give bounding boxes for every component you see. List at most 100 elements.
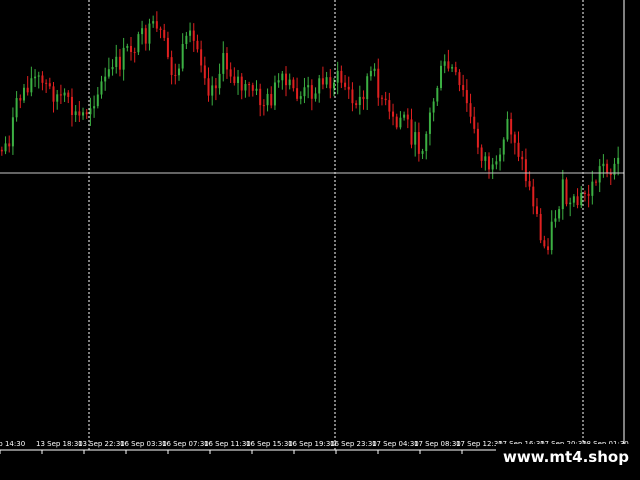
candle-body [259, 88, 262, 106]
candle-body [392, 111, 395, 117]
candle-body [11, 117, 14, 147]
candle-body [388, 100, 391, 112]
candle-body [344, 82, 347, 87]
candle-body [510, 118, 513, 135]
candle-body [222, 53, 225, 74]
candle-body [587, 193, 590, 196]
candle-body [395, 116, 398, 128]
candle-body [288, 79, 291, 86]
candle-body [329, 77, 332, 89]
candle-body [543, 240, 546, 247]
candle-body [380, 97, 383, 99]
candle-body [583, 192, 586, 194]
candle-body [30, 78, 33, 93]
candle-body [126, 45, 129, 48]
candle-body [185, 35, 188, 44]
candle-body [325, 77, 328, 85]
candle-body [225, 53, 228, 70]
candle-body [502, 139, 505, 155]
candle-body [602, 163, 605, 167]
candle-body [318, 78, 321, 94]
candle-body [200, 49, 203, 66]
time-tick-label: 16 Sep 15:30 [246, 440, 293, 448]
candle-body [229, 69, 232, 77]
candle-body [373, 68, 376, 71]
candle-body [262, 105, 265, 107]
candle-body [148, 23, 151, 44]
candle-body [63, 92, 66, 96]
candle-body [469, 103, 472, 117]
candle-body [303, 87, 306, 97]
candle-body [513, 134, 516, 143]
candle-body [432, 101, 435, 113]
candle-body [465, 90, 468, 104]
candle-body [569, 202, 572, 205]
candle-body [580, 192, 583, 206]
candle-body [218, 73, 221, 89]
candle-body [558, 209, 561, 219]
candle-body [506, 118, 509, 140]
candle-body [115, 56, 118, 68]
candle-body [45, 82, 48, 84]
candle-body [48, 83, 51, 87]
candle-body [617, 157, 620, 164]
candle-body [296, 88, 299, 99]
candle-body [410, 119, 413, 145]
candle-body [421, 151, 424, 154]
time-tick-label: 16 Sep 11:30 [204, 440, 251, 448]
candle-body [576, 196, 579, 206]
candle-body [141, 28, 144, 35]
candle-body [609, 173, 612, 176]
candle-body [414, 132, 417, 145]
price-chart[interactable]: ep 14:3013 Sep 18:3013 Sep 22:3016 Sep 0… [0, 0, 640, 480]
candle-body [454, 67, 457, 73]
candle-body [255, 88, 258, 91]
candle-body [155, 21, 158, 29]
candle-body [399, 117, 402, 128]
candle-body [237, 76, 240, 84]
candle-body [495, 161, 498, 165]
chart-window[interactable]: ep 14:3013 Sep 18:3013 Sep 22:3016 Sep 0… [0, 0, 640, 480]
candle-body [166, 37, 169, 58]
candle-body [336, 70, 339, 83]
candle-body [292, 79, 295, 89]
candle-body [480, 147, 483, 161]
candle-body [517, 142, 520, 157]
candle-body [369, 70, 372, 77]
candle-body [233, 76, 236, 84]
candle-body [606, 163, 609, 174]
candle-body [104, 76, 107, 82]
candle-body [591, 181, 594, 196]
candle-body [70, 96, 73, 115]
candle-body [277, 80, 280, 83]
candle-body [189, 30, 192, 36]
candle-body [440, 65, 443, 88]
candle-body [78, 111, 81, 116]
candle-body [177, 68, 180, 76]
candle-body [240, 76, 243, 91]
time-tick-label: 17 Sep 04:30 [372, 440, 419, 448]
candle-body [595, 181, 598, 183]
candle-body [451, 67, 454, 69]
time-tick-label: 16 Sep 03:30 [120, 440, 167, 448]
candle-body [285, 73, 288, 86]
candle-body [340, 70, 343, 83]
candle-body [351, 89, 354, 104]
candle-body [273, 82, 276, 106]
candle-body [163, 29, 166, 38]
candle-body [207, 78, 210, 96]
candle-body [144, 28, 147, 44]
candle-body [100, 81, 103, 95]
candle-body [281, 73, 284, 81]
time-tick-label: ep 14:30 [0, 440, 25, 448]
candle-body [52, 86, 55, 102]
candle-body [96, 94, 99, 107]
candle-body [355, 103, 358, 106]
candle-body [384, 98, 387, 101]
candle-body [214, 85, 217, 89]
candle-body [528, 181, 531, 187]
grid-lines [88, 0, 584, 450]
candle-body [428, 112, 431, 134]
candle-body [547, 246, 550, 251]
candle-body [111, 67, 114, 70]
